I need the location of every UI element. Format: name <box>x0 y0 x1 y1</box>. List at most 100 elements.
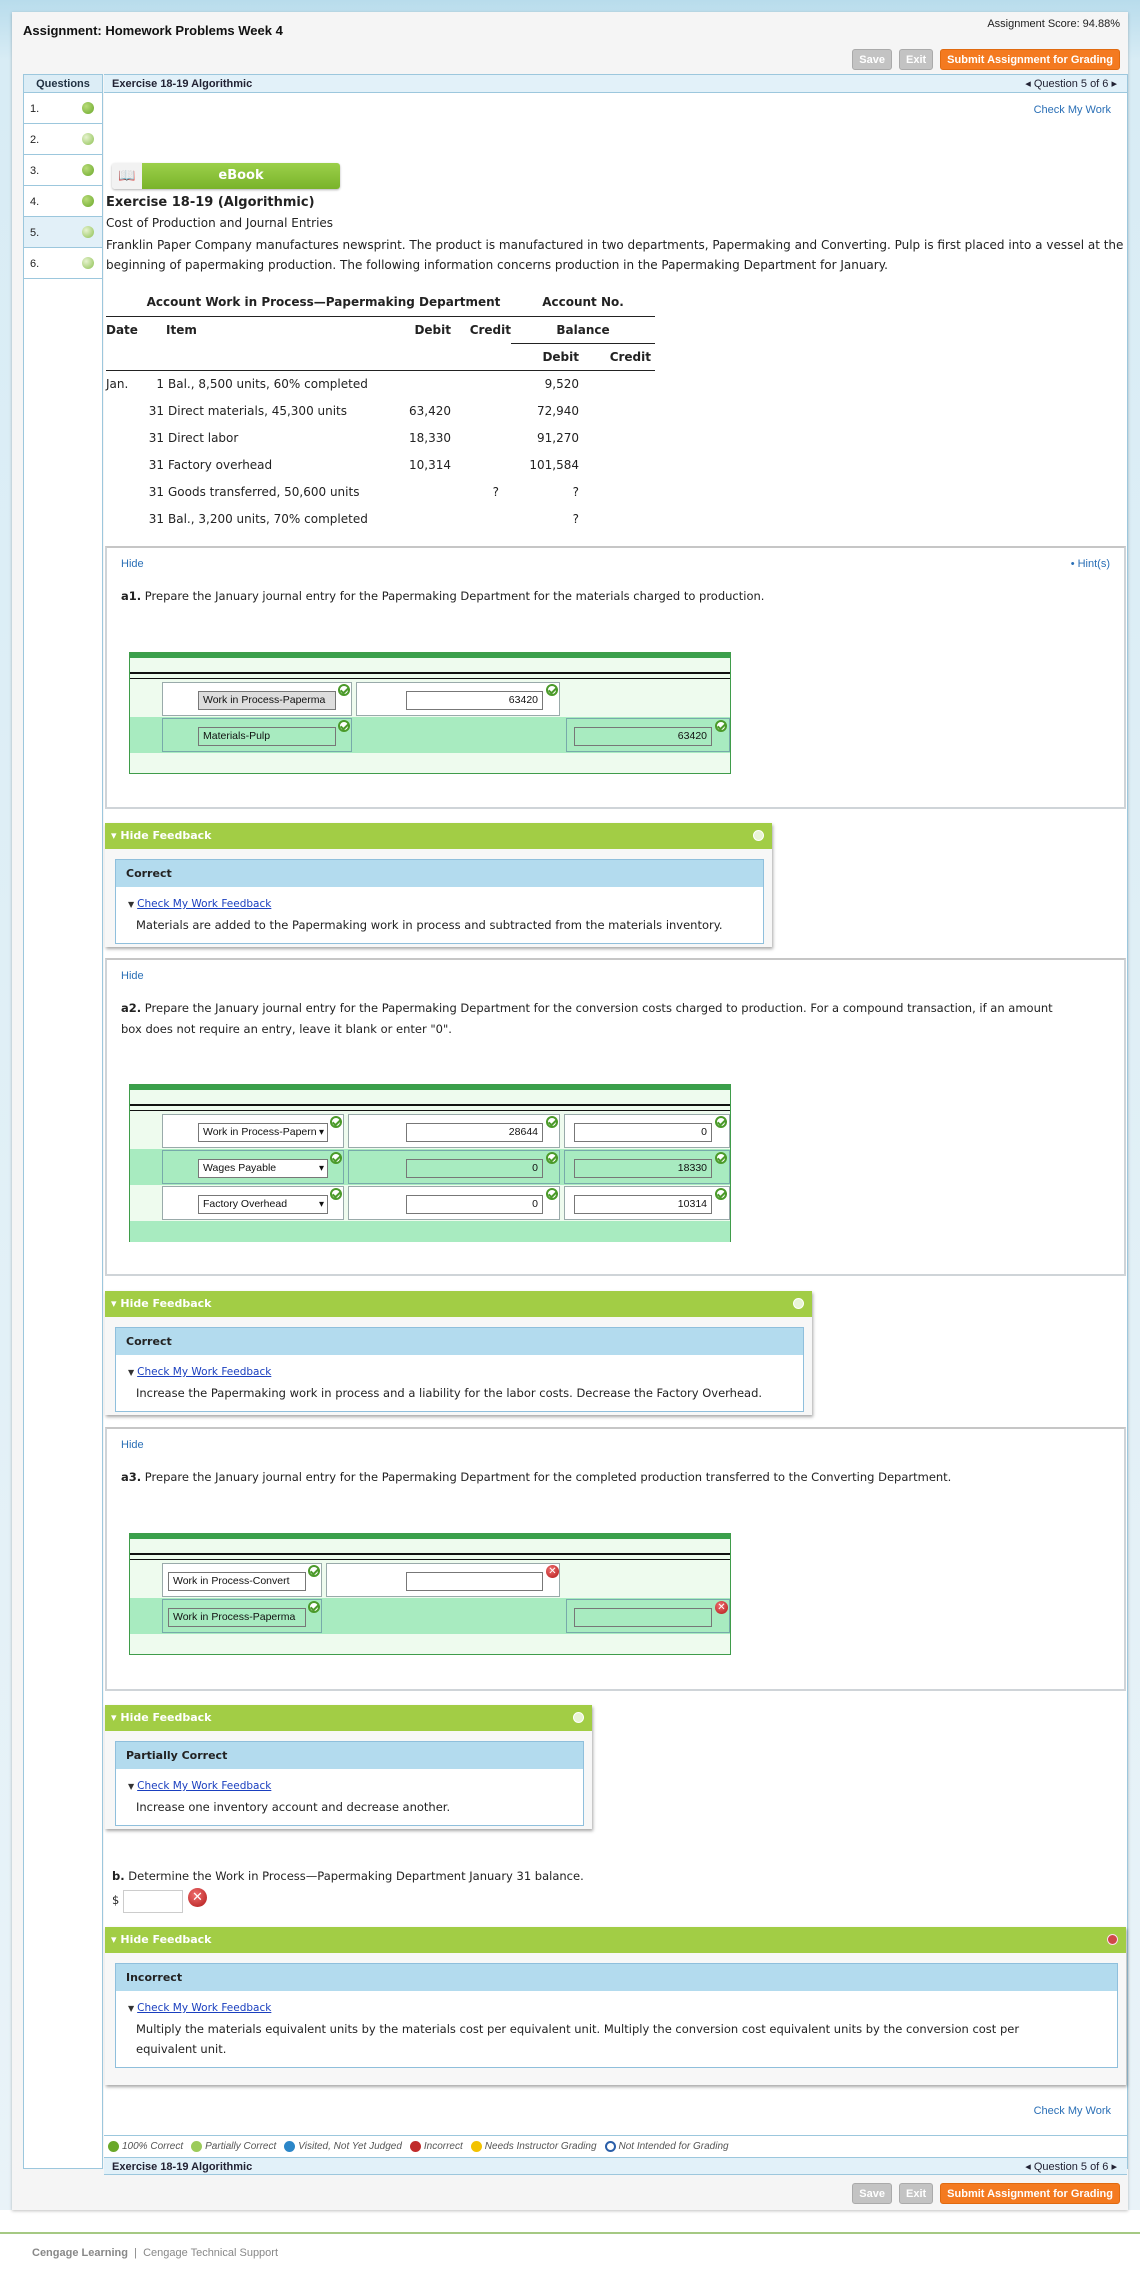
question-nav-label: Question 5 of 6 <box>1033 78 1109 90</box>
account-select[interactable]: Work in Process-Papern <box>198 1123 328 1142</box>
sidebar-item-6[interactable]: 6. <box>24 248 102 279</box>
check-my-work-link-bottom[interactable]: Check My Work <box>1034 2105 1111 2117</box>
correct-check-icon <box>338 684 350 696</box>
account-select[interactable]: Work in Process-Paperma <box>168 1608 306 1627</box>
technical-support-link[interactable]: Cengage Technical Support <box>143 2247 278 2259</box>
credit-input[interactable]: 0 <box>574 1123 712 1142</box>
ebook-button[interactable]: 📖 eBook <box>112 163 340 189</box>
debit-input[interactable]: 0 <box>406 1195 543 1214</box>
ledger-debit: 18,330 <box>409 430 451 445</box>
ledger-day: 31 <box>148 484 164 499</box>
correct-status-icon <box>753 830 764 841</box>
account-select[interactable]: Wages Payable <box>198 1159 328 1178</box>
ledger-day: 31 <box>148 457 164 472</box>
sidebar-item-1[interactable]: 1. <box>24 93 102 124</box>
hide-feedback-toggle[interactable]: ▾ Hide Feedback <box>105 1927 1126 1953</box>
check-my-work-feedback-link[interactable]: Check My Work Feedback <box>137 1366 271 1378</box>
questions-sidebar: Questions 1. 2. 3. 4. 5. 6. <box>23 74 103 2169</box>
question-nav-bottom[interactable]: ◂ Question 5 of 6 ▸ <box>1025 2158 1117 2176</box>
ledger-bal-credit <box>583 505 655 532</box>
ledger-bal-debit: ? <box>572 511 579 526</box>
ledger-row: 31 Direct labor 18,330 91,270 <box>106 424 655 451</box>
a1-feedback-panel: ▾ Hide Feedback Correct ▼ Check My Work F… <box>105 823 772 947</box>
sidebar-item-5[interactable]: 5. <box>24 217 102 248</box>
correct-check-icon <box>546 1152 558 1164</box>
account-select[interactable]: Factory Overhead <box>198 1195 328 1214</box>
ledger-header-balance-debit: Debit <box>542 349 579 364</box>
hints-link[interactable]: • Hint(s) <box>1071 558 1110 570</box>
a3-journal-table: Work in Process-Convert ✕ Work in Proces… <box>129 1533 731 1655</box>
account-select[interactable]: Materials-Pulp <box>198 727 336 746</box>
a2-prompt-line1: Prepare the January journal entry for th… <box>144 1001 1053 1015</box>
question-nav[interactable]: ◂ Question 5 of 6 ▸ <box>1025 75 1117 93</box>
sidebar-item-4[interactable]: 4. <box>24 186 102 217</box>
legend-item: Incorrect <box>409 2141 463 2152</box>
correct-check-icon <box>330 1188 342 1200</box>
ledger-header-balance: Balance <box>511 316 655 344</box>
exercise-title: Exercise 18-19 (Algorithmic) <box>106 195 315 210</box>
correct-status-icon <box>82 164 94 176</box>
question-header: Exercise 18-19 Algorithmic ◂ Question 5 … <box>104 75 1127 93</box>
submit-assignment-button[interactable]: Submit Assignment for Grading <box>940 49 1120 70</box>
credit-input[interactable]: 18330 <box>574 1159 712 1178</box>
exit-button[interactable]: Exit <box>898 49 934 70</box>
check-my-work-feedback-link[interactable]: Check My Work Feedback <box>137 1780 271 1792</box>
ledger-day: 31 <box>148 430 164 445</box>
b-balance-input[interactable] <box>123 1890 183 1913</box>
sidebar-item-label: 5. <box>30 227 40 239</box>
check-my-work-link[interactable]: Check My Work <box>1034 104 1111 116</box>
hide-feedback-toggle[interactable]: ▾ Hide Feedback <box>105 823 772 849</box>
correct-check-icon <box>715 720 727 732</box>
partially-correct-status-icon <box>82 133 94 145</box>
feedback-text-line1: Multiply the materials equivalent units … <box>136 2022 1020 2036</box>
hide-feedback-label: Hide Feedback <box>120 1711 212 1724</box>
assignment-title: Assignment: Homework Problems Week 4 <box>23 23 283 38</box>
question-panel: Exercise 18-19 Algorithmic ◂ Question 5 … <box>104 74 1128 2175</box>
save-button[interactable]: Save <box>852 49 892 70</box>
bottom-toolbar: Save Exit Submit Assignment for Grading <box>852 2183 1120 2204</box>
check-my-work-feedback-link[interactable]: Check My Work Feedback <box>137 2002 271 2014</box>
feedback-text-line2: equivalent unit. <box>136 2042 227 2056</box>
a2-feedback-panel: ▾ Hide Feedback Correct ▼ Check My Work F… <box>105 1291 812 1415</box>
exit-button-bottom[interactable]: Exit <box>898 2183 934 2204</box>
credit-input[interactable] <box>574 1608 712 1627</box>
credit-input[interactable]: 10314 <box>574 1195 712 1214</box>
credit-input[interactable]: 63420 <box>574 727 712 746</box>
legend-item: 100% Correct <box>108 2141 183 2152</box>
debit-input[interactable]: 0 <box>406 1159 543 1178</box>
hide-feedback-toggle[interactable]: ▾ Hide Feedback <box>105 1705 592 1731</box>
ledger-item: Direct labor <box>168 430 239 445</box>
sidebar-item-label: 3. <box>30 165 40 177</box>
a3-prompt: Prepare the January journal entry for th… <box>144 1470 952 1484</box>
sidebar-item-3[interactable]: 3. <box>24 155 102 186</box>
debit-input[interactable] <box>406 1572 543 1591</box>
ledger-credit: ? <box>492 484 499 499</box>
account-select[interactable]: Work in Process-Paperma <box>198 691 336 710</box>
ledger-bal-credit <box>583 424 655 451</box>
hide-link[interactable]: Hide <box>121 558 144 570</box>
hide-feedback-toggle[interactable]: ▾ Hide Feedback <box>105 1291 812 1317</box>
hide-link[interactable]: Hide <box>121 1439 144 1451</box>
legend-item: Not Intended for Grading <box>604 2141 729 2152</box>
feedback-text: Materials are added to the Papermaking w… <box>136 918 723 932</box>
debit-input[interactable]: 28644 <box>406 1123 543 1142</box>
save-button-bottom[interactable]: Save <box>852 2183 892 2204</box>
feedback-status: Partially Correct <box>116 1742 583 1769</box>
sidebar-item-label: 4. <box>30 196 40 208</box>
hide-link[interactable]: Hide <box>121 970 144 982</box>
account-select[interactable]: Work in Process-Convert <box>168 1572 306 1591</box>
sidebar-item-2[interactable]: 2. <box>24 124 102 155</box>
a3-feedback-panel: ▾ Hide Feedback Partially Correct ▼ Check… <box>105 1705 592 1829</box>
feedback-status: Correct <box>116 860 763 887</box>
check-my-work-feedback-link[interactable]: Check My Work Feedback <box>137 898 271 910</box>
debit-input[interactable]: 63420 <box>406 691 543 710</box>
question-part-a2: Hide a2. Prepare the January journal ent… <box>105 958 1126 1276</box>
correct-check-icon <box>308 1601 320 1613</box>
ledger-credit <box>451 424 511 451</box>
submit-assignment-button-bottom[interactable]: Submit Assignment for Grading <box>940 2183 1120 2204</box>
ledger-bal-debit: 9,520 <box>544 376 579 391</box>
incorrect-x-icon: ✕ <box>715 1601 728 1614</box>
correct-check-icon <box>715 1152 727 1164</box>
correct-check-icon <box>715 1188 727 1200</box>
correct-check-icon <box>546 1188 558 1200</box>
